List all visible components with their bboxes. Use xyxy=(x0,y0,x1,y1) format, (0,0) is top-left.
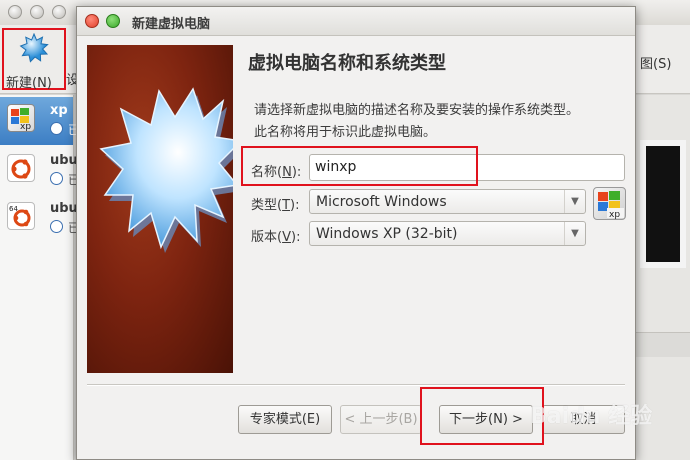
new-star-icon xyxy=(19,33,49,63)
vm-list-item-ubuntu-64[interactable]: 64 ubu 已 xyxy=(0,195,80,243)
dialog-title: 新建虚拟电脑 xyxy=(132,17,211,32)
close-icon[interactable] xyxy=(85,14,99,28)
vm-name: xp xyxy=(50,103,68,118)
watermark: Baidu 经验 xyxy=(530,404,653,429)
description-line: 此名称将用于标识此虚拟电脑。 xyxy=(254,125,437,140)
annotation-highlight-next xyxy=(420,387,544,445)
annotation-highlight-name xyxy=(241,146,478,186)
vm-list[interactable]: xp xp 已 ubu 已 64 ubu 已 xyxy=(0,95,80,460)
toolbar-peek-label-right[interactable]: 图(S) xyxy=(640,53,671,72)
vm-name: ubu xyxy=(50,153,78,168)
page-heading: 虚拟电脑名称和系统类型 xyxy=(248,53,446,74)
starburst-logo-icon xyxy=(99,87,233,253)
new-vm-dialog: 新建虚拟电脑 虚拟电脑名称和系统类型 请选择新虚拟电脑的描述名称及要安装的操作系… xyxy=(76,6,636,460)
new-vm-label: 新建(N) xyxy=(6,76,52,91)
type-mnemonic: T xyxy=(282,198,291,213)
button-separator xyxy=(87,384,625,386)
os-badge: xp xyxy=(609,210,620,219)
version-label-text: 版本 xyxy=(251,230,278,245)
new-vm-button[interactable]: 新建(N) xyxy=(2,28,66,91)
chevron-down-icon[interactable]: ▼ xyxy=(564,190,585,213)
power-off-icon xyxy=(50,172,63,185)
expert-mode-button[interactable]: 专家模式(E) xyxy=(238,405,332,434)
back-button[interactable]: < 上一步(B) xyxy=(340,405,422,434)
ubuntu-icon xyxy=(7,154,35,182)
dialog-titlebar: 新建虚拟电脑 xyxy=(77,7,635,36)
vm-list-item-xp[interactable]: xp xp 已 xyxy=(0,97,80,145)
vm-name: ubu xyxy=(50,201,78,216)
version-select[interactable]: Windows XP (32-bit) ▼ xyxy=(309,221,586,246)
ubuntu-64-icon: 64 xyxy=(7,202,35,230)
window-close-dot[interactable] xyxy=(8,5,22,19)
version-label: 版本(V): xyxy=(251,230,301,245)
vm-list-item-ubuntu[interactable]: ubu 已 xyxy=(0,147,80,195)
windows-xp-icon: xp xyxy=(7,104,35,132)
chevron-down-icon[interactable]: ▼ xyxy=(564,222,585,245)
description-line: 请选择新虚拟电脑的描述名称及要安装的操作系统类型。 xyxy=(254,103,580,118)
windows-xp-os-icon: xp xyxy=(593,187,626,220)
version-value: Windows XP (32-bit) xyxy=(316,226,458,242)
maximize-icon[interactable] xyxy=(106,14,120,28)
vm-badge: xp xyxy=(20,122,31,131)
vm-badge: 64 xyxy=(9,205,18,213)
type-label: 类型(T): xyxy=(251,198,300,213)
power-off-icon xyxy=(50,122,63,135)
description: 请选择新虚拟电脑的描述名称及要安装的操作系统类型。 此名称将用于标识此虚拟电脑。 xyxy=(254,100,624,144)
window-minimize-dot[interactable] xyxy=(30,5,44,19)
type-value: Microsoft Windows xyxy=(316,194,447,210)
version-mnemonic: V xyxy=(282,230,291,245)
window-maximize-dot[interactable] xyxy=(52,5,66,19)
type-select[interactable]: Microsoft Windows ▼ xyxy=(309,189,586,214)
type-label-text: 类型 xyxy=(251,198,278,213)
wizard-banner-image xyxy=(87,45,233,373)
details-section-header xyxy=(636,332,690,357)
power-off-icon xyxy=(50,220,63,233)
preview-screen xyxy=(640,140,686,268)
